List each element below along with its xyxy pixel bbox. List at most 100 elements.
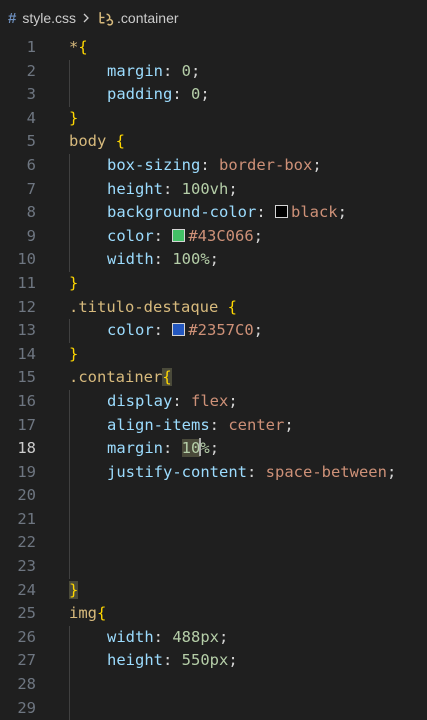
indent-guide [69, 59, 70, 84]
code-token: : [256, 203, 275, 222]
line-number: 10 [17, 250, 36, 269]
code-token: ; [209, 439, 220, 458]
code-token: color [107, 321, 154, 340]
code-line[interactable]: 18 margin: 10%; [0, 437, 427, 461]
code-token: ; [228, 179, 238, 198]
css-selector-symbol-icon [99, 11, 114, 26]
code-line[interactable]: 22 [0, 531, 427, 556]
code-line[interactable]: 13 color: #2357C0; [0, 319, 427, 343]
line-number: 1 [26, 38, 36, 56]
code-token: % [200, 439, 210, 458]
color-swatch[interactable] [172, 228, 186, 242]
code-token: ; [219, 627, 229, 646]
indent-guide [69, 389, 70, 414]
code-line[interactable]: 25 img{ [0, 602, 427, 626]
line-number: 20 [17, 486, 36, 505]
code-token: center [228, 415, 285, 434]
code-text: } [69, 343, 78, 367]
code-line[interactable]: 21 [0, 507, 427, 532]
code-token: { [78, 38, 88, 56]
line-number: 23 [17, 557, 36, 576]
code-line[interactable]: 9 color: #43C066; [0, 224, 427, 249]
indent-guide [69, 248, 70, 272]
indent-guide [69, 673, 70, 697]
code-token: : [153, 250, 173, 269]
indent-guide [69, 625, 70, 650]
code-token: img [69, 604, 97, 623]
code-text: .titulo-destaque { [69, 296, 237, 320]
code-text: background-color: black; [107, 201, 347, 225]
code-token: { [162, 368, 172, 387]
code-token: justify-content [107, 462, 247, 481]
code-token: margin [107, 439, 163, 458]
chevron-right-icon [83, 13, 89, 23]
code-line[interactable]: 4} [0, 107, 427, 131]
code-line[interactable]: 2 margin: 0; [0, 59, 427, 84]
code-token: height [107, 651, 163, 670]
indent-guide [69, 555, 70, 579]
color-swatch[interactable] [274, 205, 288, 219]
code-token: ; [253, 321, 264, 340]
code-editor[interactable]: 1 *{2 margin: 0; 3 padding: 0; 4} 5 body {6 box-… [0, 36, 427, 720]
code-line[interactable]: 16 display: flex; [0, 389, 427, 414]
line-number: 26 [17, 627, 36, 646]
color-swatch[interactable] [172, 323, 186, 337]
code-token: : [163, 439, 182, 458]
code-token: ; [337, 203, 347, 222]
breadcrumb-symbol[interactable]: .container [117, 10, 178, 26]
code-token: { [97, 604, 107, 623]
code-line[interactable]: 20 [0, 484, 427, 508]
code-token: black [290, 203, 338, 222]
indent-guide [69, 413, 70, 438]
code-line[interactable]: 10 width: 100%; [0, 248, 427, 272]
code-line[interactable]: 7 height: 100vh; [0, 177, 427, 202]
line-number: 3 [26, 85, 36, 104]
code-line[interactable]: 28 [0, 673, 427, 697]
indent-guide [69, 484, 70, 508]
code-token: } [69, 580, 79, 599]
code-text: width: 488px; [107, 626, 228, 650]
line-number: 29 [17, 698, 36, 717]
line-number: 17 [17, 415, 36, 434]
code-line[interactable]: 14} [0, 343, 427, 367]
code-text: .container{ [69, 366, 172, 390]
indent-guide [69, 649, 70, 674]
code-token: height [107, 179, 163, 198]
code-token: } [69, 108, 79, 127]
code-line[interactable]: 6 box-sizing: border-box; [0, 153, 427, 178]
code-line[interactable]: 23 [0, 555, 427, 579]
code-line[interactable]: 15 .container{ [0, 366, 427, 390]
line-number: 4 [26, 108, 36, 127]
code-line[interactable]: 11} [0, 272, 427, 296]
breadcrumb-file[interactable]: style.css [22, 10, 76, 26]
code-line[interactable]: 27 height: 550px; [0, 649, 427, 674]
code-line[interactable]: 17 align-items: center; [0, 413, 427, 438]
code-line[interactable]: 5 body { [0, 130, 427, 154]
code-line[interactable]: 29 [0, 696, 427, 720]
code-token: ; [228, 651, 238, 670]
code-line[interactable]: 24} [0, 579, 427, 603]
code-token: : [153, 627, 173, 646]
code-token: : [163, 61, 182, 80]
code-token: ; [191, 61, 201, 80]
code-line[interactable]: 1 *{ [0, 36, 427, 60]
code-line[interactable]: 26 width: 488px; [0, 625, 427, 650]
css-file-icon: # [8, 9, 17, 27]
code-text: color: #2357C0; [107, 319, 263, 343]
code-line[interactable]: 8 background-color: black; [0, 201, 427, 225]
code-line[interactable]: 3 padding: 0; [0, 83, 427, 107]
code-line[interactable]: 12 .titulo-destaque { [0, 296, 427, 320]
code-text: padding: 0; [107, 83, 210, 107]
code-text: margin: 0; [107, 60, 200, 84]
line-number: 15 [17, 368, 36, 387]
line-number: 18 [17, 439, 36, 458]
line-number: 28 [17, 675, 36, 694]
indent-guide [69, 224, 70, 249]
indent-guide [69, 177, 70, 202]
code-token: ; [253, 226, 264, 245]
code-text: width: 100%; [107, 248, 219, 272]
code-token: space-between [265, 462, 387, 481]
code-line[interactable]: 19 justify-content: space-between; [0, 460, 427, 485]
code-text: } [69, 272, 78, 296]
